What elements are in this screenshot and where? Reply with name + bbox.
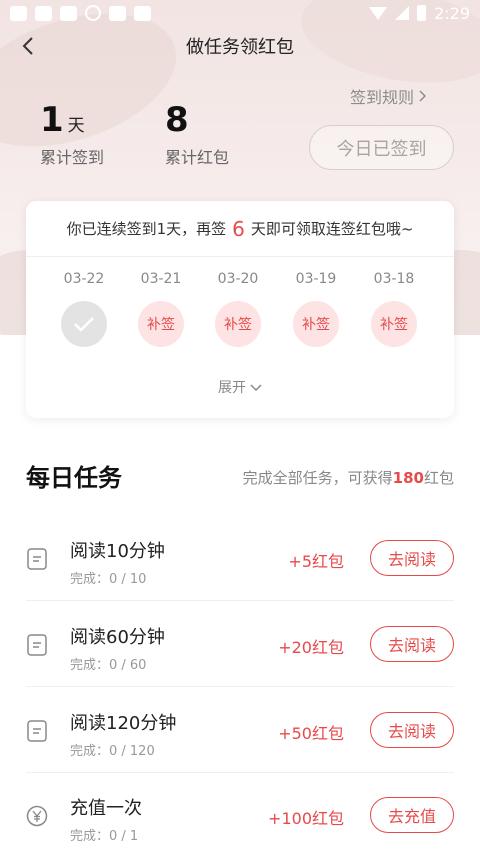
checkin-date: 03-21 — [140, 271, 182, 287]
task-name: 充值一次 — [70, 798, 142, 819]
task-row: 阅读120分钟 完成：0 / 120 +50红包 去阅读 — [26, 687, 454, 773]
daily-tasks-header: 每日任务 完成全部任务，可获得180红包 — [26, 458, 454, 494]
task-row: 充值一次 完成：0 / 1 +100红包 去充值 — [26, 772, 454, 853]
checkin-days-unit: 天 — [67, 116, 85, 136]
checkin-day: 03-21 补签 — [131, 271, 191, 347]
notification-icon — [35, 5, 52, 21]
document-icon — [27, 720, 47, 742]
notification-icon — [134, 5, 151, 21]
task-reward: +100红包 — [268, 809, 344, 828]
go-recharge-button[interactable]: 去充值 — [370, 797, 454, 833]
task-progress: 完成：0 / 10 — [70, 572, 147, 587]
chevron-right-icon — [419, 90, 426, 102]
page-title: 做任务领红包 — [186, 37, 294, 58]
task-name: 阅读10分钟 — [70, 541, 165, 562]
task-progress: 完成：0 / 60 — [70, 658, 147, 673]
back-arrow-icon[interactable] — [14, 32, 42, 60]
notification-icon — [10, 5, 27, 21]
task-reward: +5红包 — [288, 552, 344, 571]
document-icon — [27, 548, 47, 570]
daily-tasks-summary: 完成全部任务，可获得180红包 — [243, 467, 454, 488]
summary-amount: 180 — [392, 469, 424, 487]
checkin-days-label: 累计签到 — [40, 148, 105, 167]
checkin-date: 03-22 — [63, 271, 105, 287]
streak-days-remaining: 6 — [232, 216, 245, 241]
checkin-rules-label: 签到规则 — [349, 88, 414, 107]
makeup-checkin-button[interactable]: 补签 — [371, 301, 417, 347]
checked-day-circle — [61, 301, 107, 347]
red-packets-value: 8 — [165, 100, 189, 140]
makeup-checkin-button[interactable]: 补签 — [215, 301, 261, 347]
status-bar: 2:29 — [0, 0, 480, 26]
checkin-day: 03-19 补签 — [286, 271, 346, 347]
status-time: 2:29 — [434, 3, 470, 23]
summary-suffix: 红包 — [423, 469, 454, 487]
checkin-date: 03-19 — [295, 271, 337, 287]
task-reward: +50红包 — [278, 724, 344, 743]
chevron-down-icon — [250, 384, 262, 391]
task-row: 阅读10分钟 完成：0 / 10 +5红包 去阅读 — [26, 515, 454, 601]
header-bar: 做任务领红包 — [0, 26, 480, 66]
wifi-icon — [369, 6, 388, 20]
go-read-button[interactable]: 去阅读 — [370, 712, 454, 748]
total-red-packets: 8 累计红包 — [165, 100, 229, 168]
yuan-icon — [26, 805, 48, 827]
go-read-button[interactable]: 去阅读 — [370, 540, 454, 576]
red-packets-label: 累计红包 — [165, 148, 230, 167]
task-name: 阅读120分钟 — [70, 713, 177, 734]
task-name: 阅读60分钟 — [70, 627, 165, 648]
notification-icon — [60, 5, 77, 21]
document-icon — [27, 634, 47, 656]
go-read-button[interactable]: 去阅读 — [370, 626, 454, 662]
checkin-date: 03-18 — [373, 271, 415, 287]
checkin-rules-link[interactable]: 签到规则 — [350, 84, 426, 108]
signed-today-button[interactable]: 今日已签到 — [309, 125, 454, 170]
task-row: 阅读60分钟 完成：0 / 60 +20红包 去阅读 — [26, 601, 454, 687]
expand-toggle[interactable]: 展开 — [26, 377, 454, 397]
streak-message-post: 天即可领取连签红包哦~ — [250, 220, 414, 238]
checkin-day: 03-18 补签 — [364, 271, 424, 347]
summary-text: 完成全部任务，可获得 — [242, 469, 393, 487]
task-reward: +20红包 — [278, 638, 344, 657]
streak-message-pre: 你已连续签到1天，再签 — [66, 220, 227, 238]
makeup-checkin-button[interactable]: 补签 — [138, 301, 184, 347]
checkin-day: 03-22 — [54, 271, 114, 347]
makeup-checkin-button[interactable]: 补签 — [293, 301, 339, 347]
checkmark-icon — [74, 317, 94, 332]
task-progress: 完成：0 / 1 — [70, 829, 139, 844]
total-checkin-days: 1天 累计签到 — [40, 100, 104, 168]
notification-icon — [109, 5, 126, 21]
checkin-streak-message: 你已连续签到1天，再签 6 天即可领取连签红包哦~ — [26, 201, 454, 257]
checkin-date: 03-20 — [217, 271, 259, 287]
expand-label: 展开 — [218, 380, 246, 396]
checkin-day: 03-20 补签 — [208, 271, 268, 347]
task-progress: 完成：0 / 120 — [70, 744, 155, 759]
notification-icon — [85, 5, 101, 21]
checkin-card: 你已连续签到1天，再签 6 天即可领取连签红包哦~ 03-22 03-21 补签… — [26, 201, 454, 418]
signal-icon — [395, 6, 410, 20]
battery-icon — [417, 5, 427, 21]
checkin-days-value: 1 — [40, 100, 64, 140]
daily-tasks-title: 每日任务 — [26, 464, 122, 492]
